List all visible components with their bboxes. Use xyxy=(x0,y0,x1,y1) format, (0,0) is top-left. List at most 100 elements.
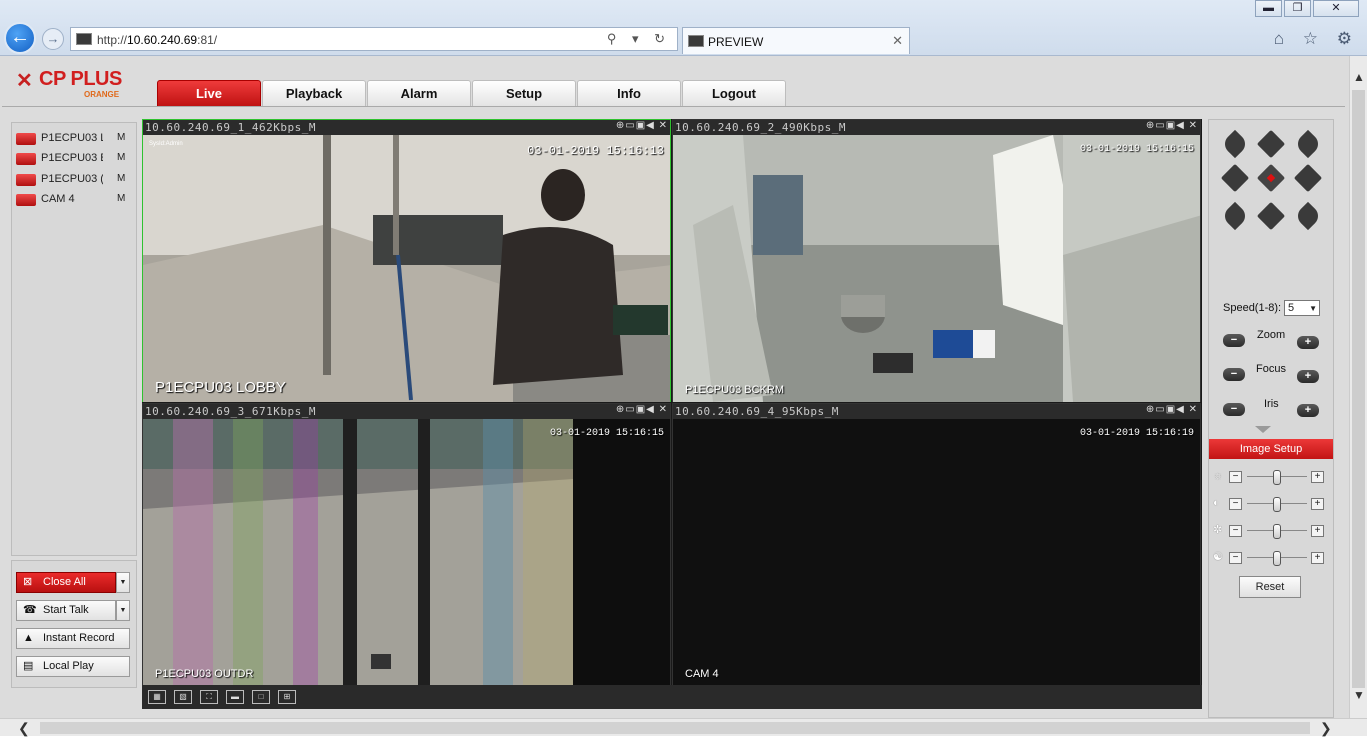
back-button[interactable]: ← xyxy=(4,22,36,54)
camera-name: P1ECPU03 ( xyxy=(41,173,103,185)
camera-item[interactable]: P1ECPU03 L M xyxy=(16,131,134,147)
url-host: 10.60.240.69 xyxy=(127,33,198,47)
ptz-down-icon[interactable] xyxy=(1256,201,1286,231)
camera-item[interactable]: CAM 4 M xyxy=(16,192,134,208)
scroll-thumb[interactable] xyxy=(1352,90,1365,688)
close-all-label: Close All xyxy=(43,576,86,588)
saturation-plus-button[interactable]: + xyxy=(1311,525,1324,537)
url-scheme: http:// xyxy=(97,33,128,47)
pane-controls-icon[interactable]: ⊕▭▣◀ ✕ xyxy=(616,404,668,415)
image-setup-header[interactable]: Image Setup xyxy=(1209,439,1333,459)
contrast-minus-button[interactable]: − xyxy=(1229,498,1242,510)
saturation-minus-button[interactable]: − xyxy=(1229,525,1242,537)
reset-button[interactable]: Reset xyxy=(1239,576,1301,598)
browser-tab-preview[interactable]: PREVIEW ✕ xyxy=(682,27,910,54)
focus-minus-button[interactable]: − xyxy=(1223,368,1245,381)
pane-titlebar: 10.60.240.69_2_490Kbps_M ⊕▭▣◀ ✕ xyxy=(673,120,1200,135)
scroll-right-icon[interactable]: ❯ xyxy=(1320,720,1332,737)
saturation-slider[interactable]: ✲ − + xyxy=(1211,524,1331,539)
scroll-thumb-h[interactable] xyxy=(40,722,1310,734)
iris-plus-button[interactable]: + xyxy=(1297,404,1319,417)
slider-knob[interactable] xyxy=(1273,470,1281,485)
horizontal-scrollbar[interactable]: ❮ ❯ xyxy=(0,718,1367,736)
contrast-icon: ◐ xyxy=(1213,497,1220,509)
forward-button[interactable]: → xyxy=(42,28,64,50)
contrast-plus-button[interactable]: + xyxy=(1311,498,1324,510)
film-icon: ▤ xyxy=(23,660,34,672)
camera-item[interactable]: P1ECPU03 ( M xyxy=(16,172,134,188)
ptz-left-icon[interactable] xyxy=(1220,163,1250,193)
collapse-ptz-icon[interactable] xyxy=(1255,426,1271,433)
nav-live[interactable]: Live xyxy=(157,80,261,106)
close-all-button[interactable]: ⊠ Close All xyxy=(16,572,116,593)
scroll-up-icon[interactable]: ▲ xyxy=(1353,70,1365,84)
zoom-out-button[interactable]: − xyxy=(1223,334,1245,347)
start-talk-button[interactable]: ☎ Start Talk xyxy=(16,600,116,621)
slider-knob[interactable] xyxy=(1273,551,1281,566)
ptz-up-icon[interactable] xyxy=(1256,129,1286,159)
ptz-right-icon[interactable] xyxy=(1293,163,1323,193)
video-pane-1[interactable]: 10.60.240.69_1_462Kbps_M ⊕▭▣◀ ✕ SysId:Ad… xyxy=(142,119,671,402)
local-play-button[interactable]: ▤ Local Play xyxy=(16,656,130,677)
contrast-slider[interactable]: ◐ − + xyxy=(1211,497,1331,512)
close-all-dropdown[interactable]: ▼ xyxy=(116,572,130,593)
brightness-icon: ☼ xyxy=(1213,470,1224,482)
brightness-slider[interactable]: ☼ − + xyxy=(1211,470,1331,485)
camera-stream[interactable]: M xyxy=(117,152,125,163)
ptz-down-left-icon[interactable] xyxy=(1220,201,1250,231)
camera-stream[interactable]: M xyxy=(117,173,125,184)
brightness-minus-button[interactable]: − xyxy=(1229,471,1242,483)
tab-close-icon[interactable]: ✕ xyxy=(892,33,903,49)
video-pane-2[interactable]: 10.60.240.69_2_490Kbps_M ⊕▭▣◀ ✕ 03-01-20… xyxy=(672,119,1201,402)
ptz-up-left-icon[interactable] xyxy=(1220,129,1250,159)
focus-plus-button[interactable]: + xyxy=(1297,370,1319,383)
nav-alarm[interactable]: Alarm xyxy=(367,80,471,106)
nav-info[interactable]: Info xyxy=(577,80,681,106)
slider-knob[interactable] xyxy=(1273,524,1281,539)
restore-button[interactable]: ❐ xyxy=(1284,0,1311,17)
address-bar[interactable]: http://10.60.240.69:81/ ⚲ ▾ ↻ xyxy=(70,27,678,51)
instant-record-button[interactable]: ▲ Instant Record xyxy=(16,628,130,649)
video-pane-4[interactable]: 10.60.240.69_4_95Kbps_M ⊕▭▣◀ ✕ 03-01-201… xyxy=(672,403,1201,686)
camera-stream[interactable]: M xyxy=(117,193,125,204)
scroll-down-icon[interactable]: ▼ xyxy=(1353,688,1365,702)
nav-setup[interactable]: Setup xyxy=(472,80,576,106)
slider-knob[interactable] xyxy=(1273,497,1281,512)
layout-2-icon[interactable]: ▧ xyxy=(174,690,192,704)
minimize-button[interactable]: ▬ xyxy=(1255,0,1282,17)
ptz-up-right-icon[interactable] xyxy=(1293,129,1323,159)
brightness-plus-button[interactable]: + xyxy=(1311,471,1324,483)
vertical-scrollbar[interactable]: ▲ ▼ xyxy=(1349,56,1367,718)
hue-plus-button[interactable]: + xyxy=(1311,552,1324,564)
pane-controls-icon[interactable]: ⊕▭▣◀ ✕ xyxy=(1146,404,1198,415)
start-talk-dropdown[interactable]: ▼ xyxy=(116,600,130,621)
nav-playback[interactable]: Playback xyxy=(262,80,366,106)
hue-minus-button[interactable]: − xyxy=(1229,552,1242,564)
close-window-button[interactable]: ✕ xyxy=(1313,0,1359,17)
ptz-center-icon[interactable] xyxy=(1256,163,1286,193)
address-tools-icon[interactable]: ⚲ ▾ ↻ xyxy=(607,31,671,47)
layout-strip-icon[interactable]: ▬ xyxy=(226,690,244,704)
outdoor-scene xyxy=(143,419,670,686)
home-favorites-settings-icon[interactable]: ⌂ ☆ ⚙ xyxy=(1274,29,1359,49)
iris-minus-button[interactable]: − xyxy=(1223,403,1245,416)
pane-controls-icon[interactable]: ⊕▭▣◀ ✕ xyxy=(1146,120,1198,131)
layout-single-icon[interactable]: □ xyxy=(252,690,270,704)
camera-stream[interactable]: M xyxy=(117,132,125,143)
address-url[interactable]: http://10.60.240.69:81/ xyxy=(97,33,217,47)
speed-select[interactable]: 5 xyxy=(1284,300,1320,316)
fullscreen-icon[interactable]: ⛶ xyxy=(200,690,218,704)
pane-title: 10.60.240.69_2_490Kbps_M xyxy=(675,121,846,134)
zoom-in-button[interactable]: + xyxy=(1297,336,1319,349)
nav-logout[interactable]: Logout xyxy=(682,80,786,106)
layout-quad-icon[interactable]: ⊞ xyxy=(278,690,296,704)
layout-1-icon[interactable]: ▦ xyxy=(148,690,166,704)
camera-item[interactable]: P1ECPU03 E M xyxy=(16,151,134,167)
video-feed-backroom: 03-01-2019 15:16:15 P1ECPU03 BCKRM xyxy=(673,135,1200,402)
hue-slider[interactable]: ☯ − + xyxy=(1211,551,1331,566)
logo-sub: ORANGE xyxy=(84,90,120,99)
scroll-left-icon[interactable]: ❮ xyxy=(18,720,30,737)
pane-controls-icon[interactable]: ⊕▭▣◀ ✕ xyxy=(616,120,668,131)
video-pane-3[interactable]: 10.60.240.69_3_671Kbps_M ⊕▭▣◀ ✕ 03-01-20… xyxy=(142,403,671,686)
ptz-down-right-icon[interactable] xyxy=(1293,201,1323,231)
